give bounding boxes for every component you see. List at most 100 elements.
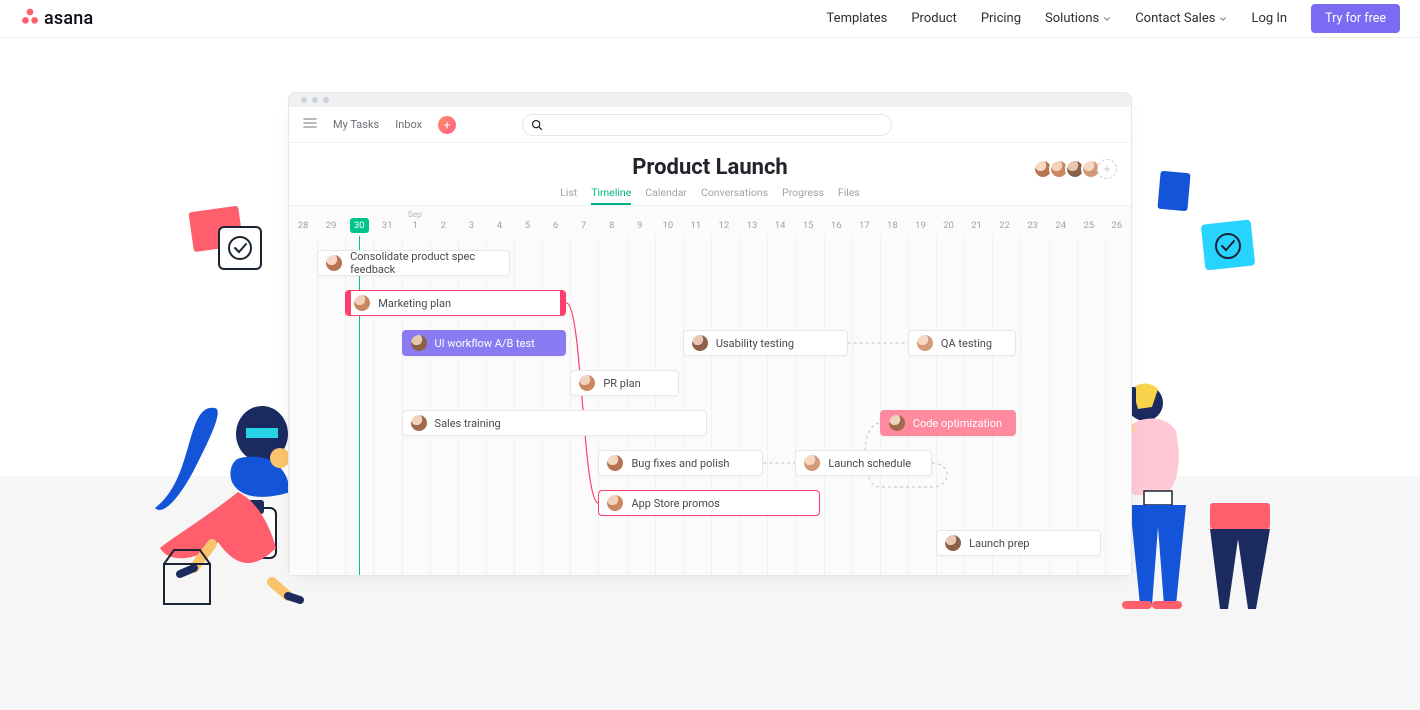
day-col: 28 <box>289 220 317 236</box>
day-col: 23 <box>1019 220 1047 236</box>
tab-progress[interactable]: Progress <box>782 186 824 205</box>
task-label: App Store promos <box>631 497 719 510</box>
tab-conversations[interactable]: Conversations <box>701 186 768 205</box>
task-prep[interactable]: Launch prep <box>936 530 1101 556</box>
task-label: QA testing <box>941 337 992 350</box>
day-col: 5 <box>514 220 542 236</box>
nav-product[interactable]: Product <box>911 11 956 26</box>
month-label: Sep <box>408 210 422 220</box>
nav-templates[interactable]: Templates <box>827 11 888 26</box>
menu-icon[interactable] <box>303 115 317 134</box>
assignee-avatar <box>607 495 623 511</box>
brand-logo[interactable]: asana <box>20 7 93 31</box>
task-abtest[interactable]: UI workflow A/B test <box>402 330 567 356</box>
task-sales[interactable]: Sales training <box>402 410 707 436</box>
assignee-avatar <box>945 535 961 551</box>
sticky-note-blue <box>1155 168 1195 220</box>
day-col: 11 <box>682 220 710 236</box>
tab-list[interactable]: List <box>560 186 577 205</box>
task-qa[interactable]: QA testing <box>908 330 1017 356</box>
day-col: 3 <box>457 220 485 236</box>
task-codeopt[interactable]: Code optimization <box>880 410 1017 436</box>
day-col: 13 <box>738 220 766 236</box>
nav-contact[interactable]: Contact Sales <box>1135 11 1227 26</box>
task-launch[interactable]: Launch schedule <box>795 450 932 476</box>
day-col: 20 <box>934 220 962 236</box>
project-header: Product Launch List Timeline Calendar Conve… <box>289 143 1131 205</box>
assignee-avatar <box>917 335 933 351</box>
add-button[interactable]: + <box>438 116 456 134</box>
day-col: 2 <box>429 220 457 236</box>
task-label: UI workflow A/B test <box>435 337 535 350</box>
day-col: 18 <box>878 220 906 236</box>
task-marketing[interactable]: Marketing plan <box>345 290 566 316</box>
assignee-avatar <box>889 415 905 431</box>
assignee-avatar <box>326 255 342 271</box>
task-label: Launch prep <box>969 537 1029 550</box>
day-col: 14 <box>766 220 794 236</box>
timeline-view[interactable]: 2829303112345678910111213141516171819202… <box>289 205 1131 576</box>
day-col: 24 <box>1047 220 1075 236</box>
project-tabs: List Timeline Calendar Conversations Progres… <box>289 186 1131 205</box>
traffic-light-close[interactable] <box>301 97 307 103</box>
today-marker <box>359 236 360 576</box>
day-col: 8 <box>598 220 626 236</box>
timeline-grid <box>289 236 1131 576</box>
day-col: 22 <box>991 220 1019 236</box>
traffic-light-max[interactable] <box>323 97 329 103</box>
day-col: 30 <box>345 220 373 236</box>
search-icon <box>531 119 543 131</box>
task-label: Usability testing <box>716 337 794 350</box>
app-window: My Tasks Inbox + Product Launch List Time… <box>288 92 1132 576</box>
day-col: 16 <box>822 220 850 236</box>
assignee-avatar <box>354 295 370 311</box>
day-col: 25 <box>1075 220 1103 236</box>
assignee-avatar <box>804 455 820 471</box>
task-label: Code optimization <box>913 417 1002 430</box>
day-col: 4 <box>485 220 513 236</box>
day-col: 17 <box>850 220 878 236</box>
tab-files[interactable]: Files <box>838 186 860 205</box>
assignee-avatar <box>607 455 623 471</box>
project-title: Product Launch <box>289 155 1131 180</box>
hero: My Tasks Inbox + Product Launch List Time… <box>0 38 1420 710</box>
task-label: Bug fixes and polish <box>631 457 729 470</box>
site-navbar: asana Templates Product Pricing Solution… <box>0 0 1420 38</box>
assignee-avatar <box>411 415 427 431</box>
try-free-button[interactable]: Try for free <box>1311 4 1400 33</box>
nav-solutions[interactable]: Solutions <box>1045 11 1111 26</box>
inbox-link[interactable]: Inbox <box>395 118 422 131</box>
tab-timeline[interactable]: Timeline <box>591 186 631 205</box>
assignee-avatar <box>411 335 427 351</box>
task-label: PR plan <box>603 377 640 390</box>
task-label: Launch schedule <box>828 457 911 470</box>
day-col: 26 <box>1103 220 1131 236</box>
day-col: 7 <box>570 220 598 236</box>
add-member-button[interactable]: + <box>1097 159 1117 179</box>
nav-links: Templates Product Pricing Solutions Cont… <box>827 4 1400 33</box>
task-consolidate[interactable]: Consolidate product spec feedback <box>317 250 510 276</box>
nav-pricing[interactable]: Pricing <box>981 11 1021 26</box>
search-input[interactable] <box>522 114 892 136</box>
assignee-avatar <box>692 335 708 351</box>
my-tasks-link[interactable]: My Tasks <box>333 118 379 131</box>
app-toolbar: My Tasks Inbox + <box>289 107 1131 143</box>
nav-login[interactable]: Log In <box>1251 11 1287 26</box>
tab-calendar[interactable]: Calendar <box>645 186 687 205</box>
day-col: 10 <box>654 220 682 236</box>
traffic-light-min[interactable] <box>312 97 318 103</box>
assignee-avatar <box>579 375 595 391</box>
chevron-down-icon <box>1103 15 1111 23</box>
day-col: 9 <box>626 220 654 236</box>
day-col: 19 <box>906 220 934 236</box>
day-col: 29 <box>317 220 345 236</box>
task-bugs[interactable]: Bug fixes and polish <box>598 450 763 476</box>
chevron-down-icon <box>1219 15 1227 23</box>
sticky-note-red <box>185 203 275 287</box>
brand-icon <box>20 7 40 31</box>
task-label: Marketing plan <box>378 297 451 310</box>
project-members: + <box>1037 159 1117 179</box>
task-promos[interactable]: App Store promos <box>598 490 819 516</box>
task-usability[interactable]: Usability testing <box>683 330 848 356</box>
task-pr[interactable]: PR plan <box>570 370 679 396</box>
